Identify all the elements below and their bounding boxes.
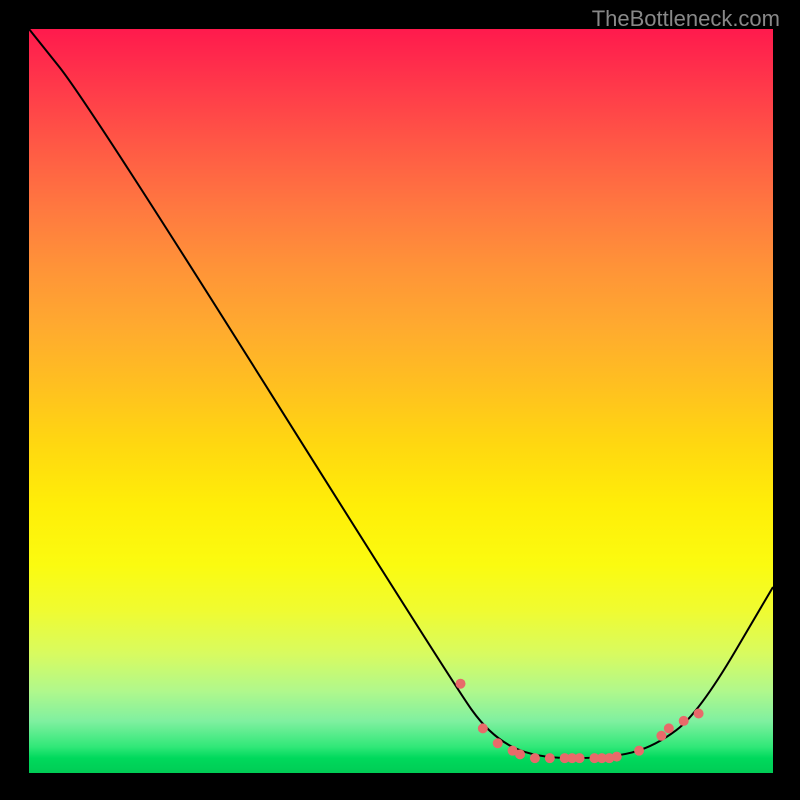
data-point bbox=[545, 753, 555, 763]
data-point bbox=[575, 753, 585, 763]
data-points-group bbox=[456, 679, 704, 763]
data-point bbox=[634, 746, 644, 756]
data-point bbox=[664, 723, 674, 733]
data-point bbox=[694, 708, 704, 718]
data-point bbox=[515, 749, 525, 759]
data-point bbox=[530, 753, 540, 763]
watermark-text: TheBottleneck.com bbox=[592, 6, 780, 32]
data-point bbox=[456, 679, 466, 689]
chart-svg bbox=[29, 29, 773, 773]
data-point bbox=[612, 752, 622, 762]
data-point bbox=[656, 731, 666, 741]
data-point bbox=[493, 738, 503, 748]
bottleneck-curve bbox=[29, 29, 773, 758]
data-point bbox=[478, 723, 488, 733]
data-point bbox=[679, 716, 689, 726]
chart-area bbox=[29, 29, 773, 773]
